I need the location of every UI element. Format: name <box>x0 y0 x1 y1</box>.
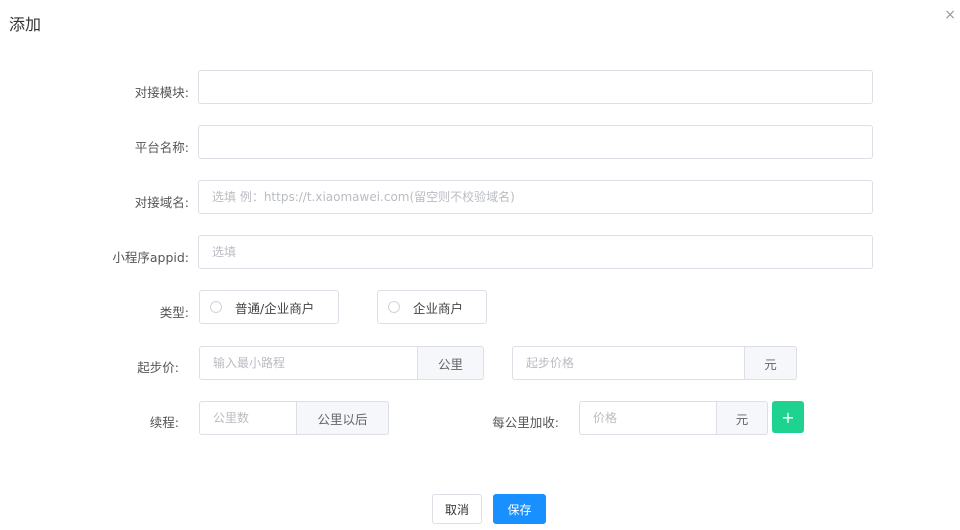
start-price-label: 起步价: <box>137 360 179 375</box>
domain-input[interactable] <box>198 180 873 214</box>
platform-name-label: 平台名称: <box>134 140 189 155</box>
continue-label: 续程: <box>149 415 179 430</box>
save-button[interactable]: 保存 <box>493 494 546 524</box>
type-radio-enterprise-label: 企业商户 <box>413 300 464 316</box>
appid-label: 小程序appid: <box>112 250 189 265</box>
continue-distance-unit: 公里以后 <box>296 401 389 435</box>
plus-icon: + <box>781 407 795 427</box>
type-radio-normal[interactable]: 普通/企业商户 <box>199 290 339 324</box>
radio-circle-icon <box>210 301 222 313</box>
start-price-input[interactable] <box>512 346 745 380</box>
appid-input[interactable] <box>198 235 873 269</box>
module-input[interactable] <box>198 70 873 104</box>
type-radio-normal-label: 普通/企业商户 <box>235 300 315 316</box>
per-km-price-input[interactable] <box>579 401 717 435</box>
type-label: 类型: <box>159 305 189 320</box>
start-distance-input[interactable] <box>199 346 418 380</box>
start-price-unit: 元 <box>744 346 797 380</box>
close-icon[interactable]: × <box>944 8 956 22</box>
per-km-label: 每公里加收: <box>492 415 559 430</box>
module-label: 对接模块: <box>134 85 189 100</box>
continue-distance-input[interactable] <box>199 401 297 435</box>
dialog-title: 添加 <box>9 15 42 34</box>
type-radio-enterprise[interactable]: 企业商户 <box>377 290 487 324</box>
add-row-button[interactable]: + <box>772 401 804 433</box>
per-km-price-unit: 元 <box>716 401 768 435</box>
start-distance-unit: 公里 <box>417 346 484 380</box>
radio-circle-icon <box>388 301 400 313</box>
cancel-button[interactable]: 取消 <box>432 494 482 524</box>
platform-name-input[interactable] <box>198 125 873 159</box>
domain-label: 对接域名: <box>134 195 189 210</box>
